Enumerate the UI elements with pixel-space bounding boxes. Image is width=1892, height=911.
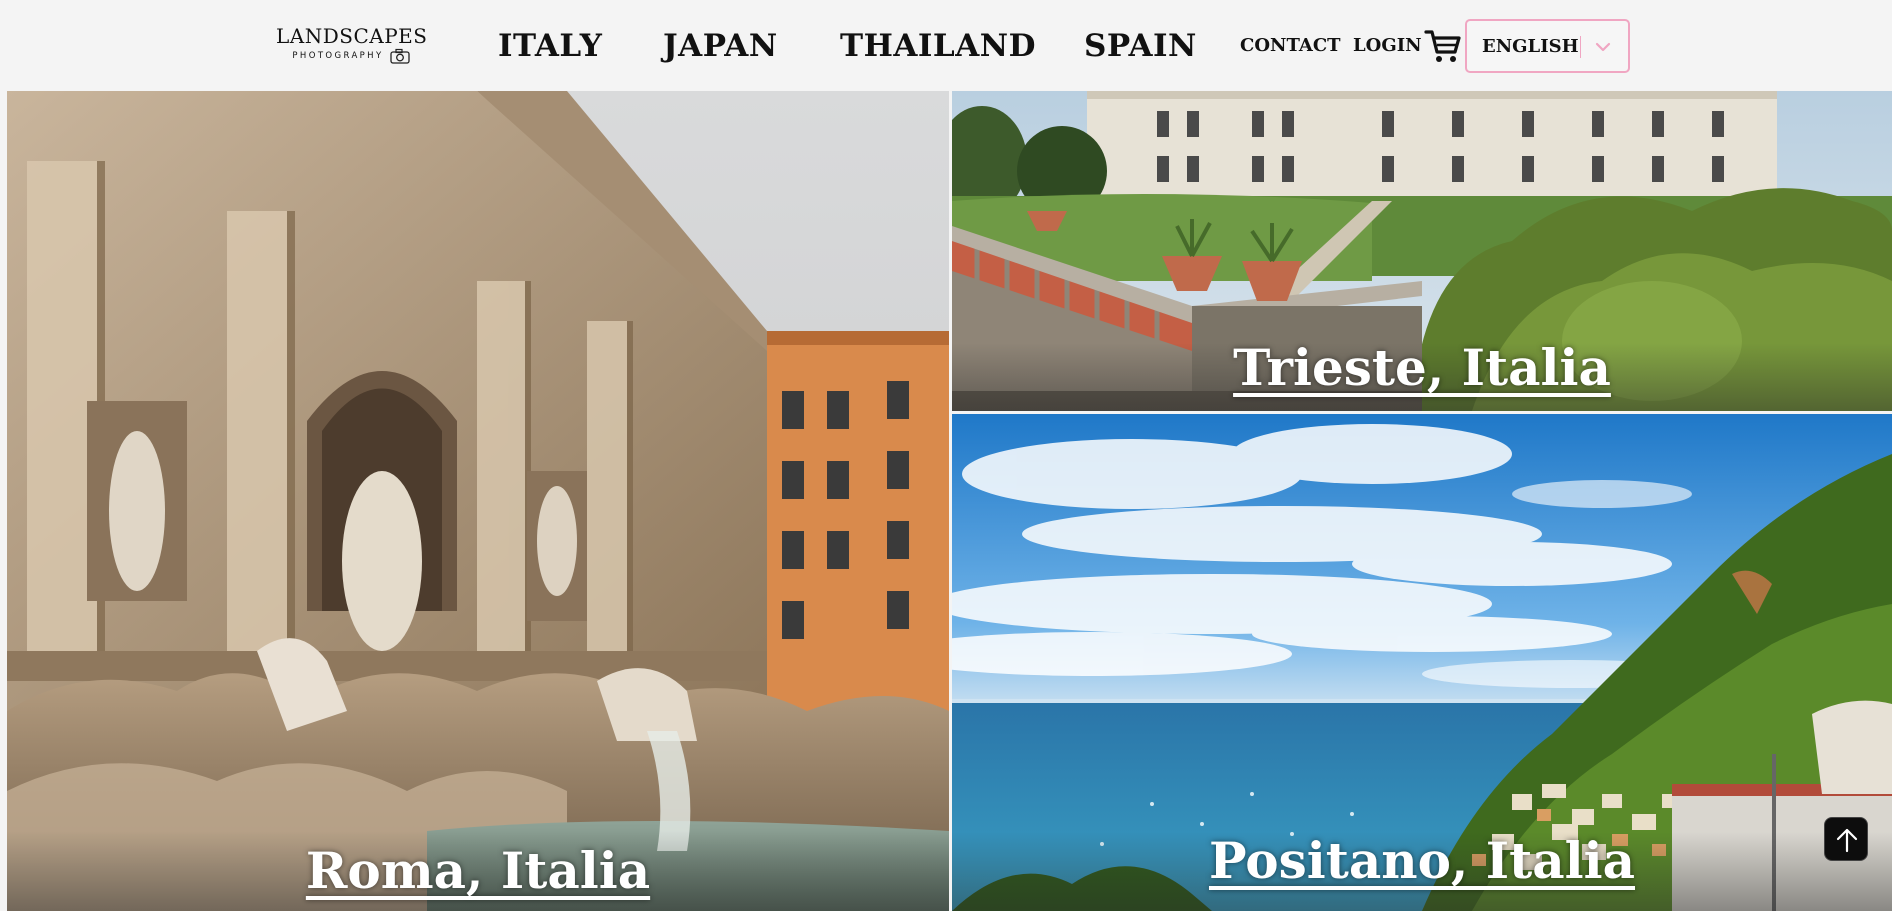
- language-selected-value: ENGLISH: [1482, 36, 1579, 57]
- gallery-tile-trieste[interactable]: Trieste, Italia: [952, 91, 1892, 411]
- roma-photo: [7, 91, 949, 911]
- roma-label[interactable]: Roma, Italia: [7, 839, 949, 903]
- back-to-top-button[interactable]: [1824, 817, 1868, 861]
- chevron-down-icon: [1595, 42, 1611, 52]
- language-divider: [1580, 36, 1581, 58]
- login-link[interactable]: LOGIN: [1353, 34, 1422, 58]
- logo-subtitle-row: PHOTOGRAPHY: [276, 48, 426, 64]
- contact-link[interactable]: CONTACT: [1240, 34, 1341, 58]
- gallery-tile-positano[interactable]: Positano, Italia: [952, 414, 1892, 911]
- camera-icon: [389, 48, 410, 64]
- nav-italy[interactable]: ITALY: [498, 24, 602, 68]
- nav-spain[interactable]: SPAIN: [1084, 24, 1197, 68]
- logo-title: LANDSCAPES: [276, 24, 428, 48]
- language-select[interactable]: ENGLISH: [1465, 19, 1630, 73]
- site-header: LANDSCAPES PHOTOGRAPHY ITALY JAPAN THAIL…: [0, 0, 1892, 91]
- positano-label[interactable]: Positano, Italia: [952, 829, 1892, 893]
- arrow-up-icon: [1836, 828, 1858, 853]
- nav-thailand[interactable]: THAILAND: [840, 24, 1036, 68]
- trieste-label[interactable]: Trieste, Italia: [952, 336, 1892, 400]
- shopping-cart-icon[interactable]: [1424, 28, 1462, 64]
- logo-subtitle: PHOTOGRAPHY: [292, 51, 384, 61]
- nav-japan[interactable]: JAPAN: [663, 24, 778, 68]
- site-logo[interactable]: LANDSCAPES PHOTOGRAPHY: [276, 24, 428, 70]
- gallery-tile-roma[interactable]: Roma, Italia: [7, 91, 949, 911]
